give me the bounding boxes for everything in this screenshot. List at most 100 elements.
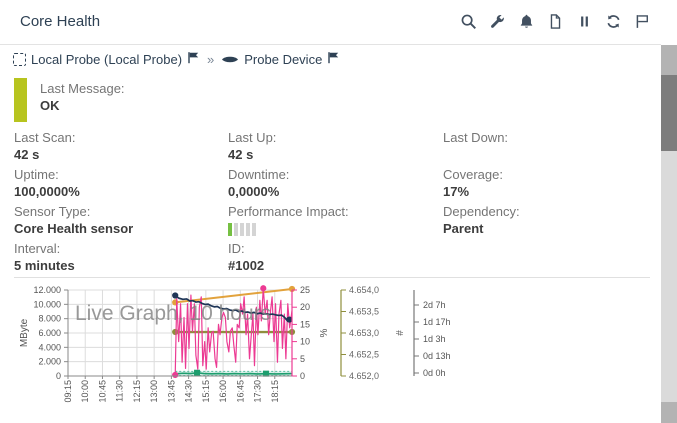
field-value: 42 s (228, 146, 443, 163)
field-value: 5 minutes (14, 257, 228, 274)
breadcrumb-probe-link[interactable]: Local Probe (Local Probe) (31, 52, 182, 67)
field-last-scan: Last Scan:42 s (14, 129, 228, 163)
left-axis-unit: MByte (19, 318, 30, 347)
wrench-icon[interactable] (489, 13, 506, 30)
field-label: ID: (228, 240, 443, 257)
field-interval: Interval:5 minutes (14, 240, 228, 274)
breadcrumb: Local Probe (Local Probe) » Probe Device (13, 51, 340, 67)
count-axis-unit: # (395, 330, 406, 336)
header: Core Health (0, 0, 677, 44)
field-value: Core Health sensor (14, 220, 228, 237)
count-tick-label: 4.654,0 (349, 285, 379, 295)
field-label: Uptime: (14, 166, 228, 183)
breadcrumb-separator: » (205, 52, 216, 67)
count-tick-label: 4.652,0 (349, 371, 379, 381)
left-tick-label: 4.000 (38, 342, 61, 352)
x-tick-label: 11:30 (115, 380, 125, 402)
percent-tick-label: 25 (300, 285, 310, 295)
duration-tick-label: 2d 7h (423, 300, 446, 310)
section-divider (14, 277, 650, 278)
count-tick-label: 4.653,0 (349, 328, 379, 338)
percent-tick-label: 15 (300, 319, 310, 329)
left-tick-label: 6.000 (38, 328, 61, 338)
x-tick-label: 17:30 (253, 380, 263, 403)
field-uptime: Uptime:100,0000% (14, 166, 228, 200)
field-label: Sensor Type: (14, 203, 228, 220)
pause-icon[interactable] (576, 13, 593, 30)
count-tick-label: 4.652,5 (349, 350, 379, 360)
field-label: Dependency: (443, 203, 643, 220)
duration-tick-label: 0d 13h (423, 351, 451, 361)
document-icon[interactable] (547, 13, 564, 30)
live-graph-chart[interactable]: Live Graph, 10 hours02.0004.0006.0008.00… (0, 284, 677, 423)
marker-pink-jagged (172, 372, 178, 378)
status-color-bar (14, 78, 27, 122)
field-label: Last Up: (228, 129, 443, 146)
field-downtime: Downtime:0,0000% (228, 166, 443, 200)
x-tick-label: 16:00 (218, 380, 228, 403)
percent-tick-label: 5 (300, 354, 305, 364)
impact-segment (234, 223, 238, 236)
field-coverage: Coverage:17% (443, 166, 643, 200)
probe-icon (13, 53, 26, 66)
x-tick-label: 14:30 (184, 380, 194, 403)
field-label: Last Scan: (14, 129, 228, 146)
field-last-up: Last Up:42 s (228, 129, 443, 163)
x-tick-label: 18:15 (270, 380, 280, 403)
scrollbar-top-cap[interactable] (661, 45, 677, 75)
left-tick-label: 10.000 (33, 299, 61, 309)
x-tick-label: 10:45 (97, 380, 107, 403)
x-tick-label: 13:00 (149, 380, 159, 403)
impact-segment (246, 223, 250, 236)
left-tick-label: 0 (56, 371, 61, 381)
field-value: 17% (443, 183, 643, 200)
field-label: Downtime: (228, 166, 443, 183)
marker-navy-declining (172, 292, 178, 298)
scrollbar[interactable] (661, 45, 677, 423)
impact-segment (228, 223, 232, 236)
toolbar (460, 13, 651, 30)
x-tick-label: 12:15 (132, 380, 142, 403)
marker-olive-flat (172, 329, 178, 335)
status-value: OK (40, 98, 60, 113)
flag-icon[interactable] (327, 51, 340, 67)
field-label: Performance Impact: (228, 203, 443, 220)
sensor-fields-grid: Last Scan:42 sLast Up:42 sLast Down:Upti… (14, 129, 654, 274)
field-value: #1002 (228, 257, 443, 274)
header-divider (0, 44, 661, 45)
field-value: 42 s (14, 146, 228, 163)
field-dependency: Dependency:Parent (443, 203, 643, 237)
flag-icon[interactable] (187, 51, 200, 67)
x-tick-label: 16:45 (235, 380, 245, 403)
percent-tick-label: 10 (300, 337, 310, 347)
flag-icon[interactable] (634, 13, 651, 30)
field-sensor-type: Sensor Type:Core Health sensor (14, 203, 228, 237)
x-tick-label: 10:00 (80, 380, 90, 403)
marker-green-low (194, 370, 200, 376)
breadcrumb-device-link[interactable]: Probe Device (244, 52, 322, 67)
impact-segment (240, 223, 244, 236)
search-icon[interactable] (460, 13, 477, 30)
page-title: Core Health (20, 13, 100, 30)
field-performance-impact: Performance Impact: (228, 203, 443, 237)
duration-tick-label: 1d 3h (423, 334, 446, 344)
left-tick-label: 12.000 (33, 285, 61, 295)
percent-axis-unit: % (319, 328, 330, 337)
scrollbar-thumb[interactable] (661, 75, 677, 151)
field-value (443, 146, 643, 163)
marker-pink-jagged (260, 285, 266, 291)
refresh-icon[interactable] (605, 13, 622, 30)
field-id: ID:#1002 (228, 240, 443, 274)
bell-icon[interactable] (518, 13, 535, 30)
scrollbar-bottom-cap[interactable] (661, 402, 677, 423)
field-value: 0,0000% (228, 183, 443, 200)
chart-title: Live Graph, 10 hours (75, 302, 271, 325)
status-label: Last Message: (40, 81, 125, 96)
x-tick-label: 09:15 (63, 380, 73, 403)
percent-tick-label: 0 (300, 371, 305, 381)
percent-tick-label: 20 (300, 302, 310, 312)
field-last-down: Last Down: (443, 129, 643, 163)
field-value: Parent (443, 220, 643, 237)
device-icon (221, 52, 239, 67)
left-tick-label: 8.000 (38, 314, 61, 324)
